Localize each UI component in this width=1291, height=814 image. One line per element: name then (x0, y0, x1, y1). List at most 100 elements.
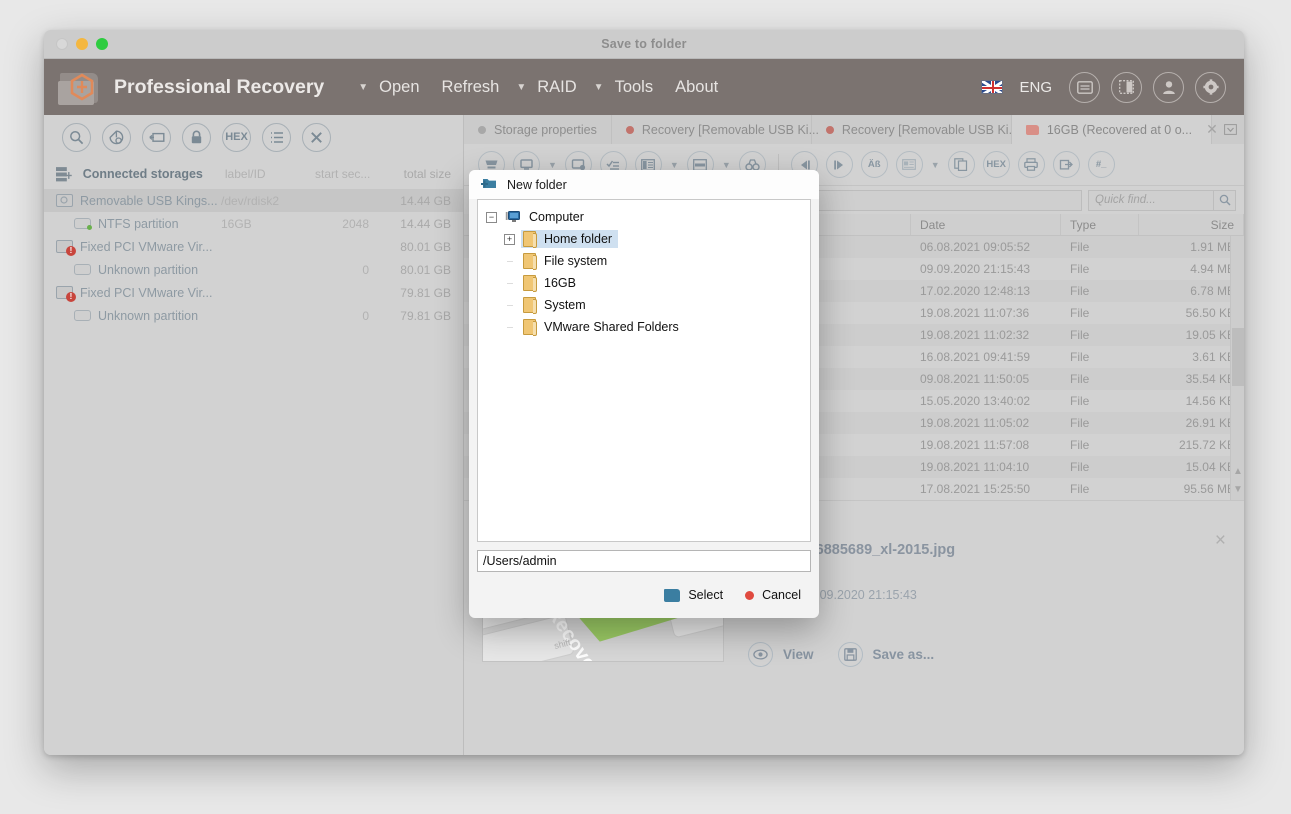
cell-size: 95.56 MB (1183, 482, 1235, 496)
cancel-label: Cancel (762, 588, 801, 602)
menu-item-about[interactable]: About (664, 74, 729, 101)
storage-row[interactable]: ! Fixed PCI VMware Vir... 79.81 GB (44, 281, 463, 304)
storage-start: 0 (362, 308, 369, 323)
tree-node-file-system[interactable]: ··· File system (478, 250, 810, 272)
cancel-button[interactable]: Cancel (745, 588, 801, 602)
disk-error-icon: ! (56, 286, 76, 302)
disk-error-icon: ! (56, 240, 76, 256)
tree-node-vmware-shared-folders[interactable]: ··· VMware Shared Folders (478, 316, 810, 338)
list-icon[interactable] (262, 122, 291, 152)
folder-icon (523, 231, 537, 248)
tab-16gb-recovered[interactable]: 16GB (Recovered at 0 o... ✕ (1011, 115, 1218, 144)
scroll-up-icon[interactable]: ▲ (1231, 462, 1244, 480)
cell-type: File (1070, 460, 1090, 474)
cell-date: 06.08.2021 09:05:52 (920, 240, 1031, 254)
raid-caret-icon[interactable]: ▼ (510, 82, 526, 93)
collapse-icon[interactable]: − (486, 211, 497, 223)
export-icon[interactable] (1052, 151, 1080, 178)
storage-row[interactable]: Unknown partition 0 80.01 GB (44, 258, 463, 281)
menu-item-refresh[interactable]: Refresh (431, 74, 511, 101)
tree-node-computer[interactable]: − Computer (478, 206, 810, 228)
scrollbar-thumb[interactable] (1232, 328, 1244, 386)
storage-row[interactable]: Removable USB Kings... /dev/rdisk2 14.44… (44, 189, 463, 212)
cell-size: 4.94 MB (1190, 262, 1235, 276)
hex-icon[interactable]: HEX (982, 151, 1010, 178)
tree-node-label: Home folder (544, 232, 613, 246)
view-button[interactable]: View (748, 642, 814, 667)
cell-date: 19.08.2021 11:04:10 (920, 460, 1030, 474)
col-header-start[interactable]: start sec... (302, 167, 370, 181)
folder-path-input[interactable]: /Users/admin (477, 550, 811, 572)
storage-row[interactable]: Unknown partition 0 79.81 GB (44, 304, 463, 327)
lock-icon[interactable] (182, 122, 211, 152)
tab-recovery-2[interactable]: Recovery [Removable USB Ki... (812, 115, 1019, 144)
eye-icon (748, 642, 773, 667)
close-details-icon[interactable]: × (1215, 530, 1226, 552)
menu-item-raid[interactable]: RAID (526, 74, 587, 101)
cell-type: File (1070, 438, 1090, 452)
storage-row[interactable]: NTFS partition 16GB 2048 14.44 GB (44, 212, 463, 235)
thumbnails-icon[interactable] (895, 151, 923, 178)
tree-node-label: 16GB (544, 276, 576, 290)
tree-node-home-folder[interactable]: + Home folder (478, 228, 810, 250)
user-icon[interactable] (1153, 71, 1184, 103)
folder-tree[interactable]: − Computer + Home folder ··· File system… (477, 199, 811, 542)
col-header-label[interactable]: label/ID (225, 167, 302, 181)
tree-node-system[interactable]: ··· System (478, 294, 810, 316)
partition-icon (74, 218, 92, 230)
tools-caret-icon[interactable]: ▼ (588, 82, 604, 93)
cell-type: File (1070, 372, 1090, 386)
cell-size: 6.78 MB (1190, 284, 1235, 298)
new-folder-icon[interactable] (481, 176, 498, 193)
charset-icon[interactable]: Äß (860, 151, 888, 178)
open-caret-icon[interactable]: ▼ (352, 82, 368, 93)
vertical-scrollbar[interactable]: ▲ ▼ (1230, 236, 1244, 500)
search-icon[interactable] (1213, 190, 1235, 210)
menu-item-tools[interactable]: Tools (604, 74, 665, 101)
quick-find-input[interactable]: Quick find... (1095, 194, 1156, 206)
language-label[interactable]: ENG (1019, 79, 1052, 96)
tree-node-label: File system (544, 254, 608, 268)
copy-files-icon[interactable] (947, 151, 975, 178)
window-icon[interactable] (1069, 71, 1100, 103)
storage-row[interactable]: ! Fixed PCI VMware Vir... 80.01 GB (44, 235, 463, 258)
tab-storage-properties[interactable]: Storage properties (464, 115, 612, 144)
print-icon[interactable] (1017, 151, 1045, 178)
monitor-caret-icon[interactable]: ▼ (548, 160, 557, 170)
nav-next-icon[interactable] (825, 151, 853, 178)
expand-icon[interactable]: + (504, 233, 515, 245)
tree-guide-icon: ··· (506, 322, 514, 332)
details-caret-icon[interactable]: ▼ (722, 160, 731, 170)
disk-image-icon[interactable] (142, 122, 171, 152)
columns-caret-icon[interactable]: ▼ (670, 160, 679, 170)
storage-name: Fixed PCI VMware Vir... (80, 239, 213, 254)
select-button[interactable]: Select (664, 588, 723, 602)
cell-date: 19.08.2021 11:57:08 (920, 438, 1030, 452)
app-header-actions: ENG (981, 71, 1226, 103)
tree-node-label: Computer (529, 210, 584, 224)
disk-scan-icon[interactable] (102, 122, 131, 152)
hash-icon[interactable]: #_ (1087, 151, 1115, 178)
tab-recovery-1[interactable]: Recovery [Removable USB Ki... (612, 115, 819, 144)
close-icon[interactable] (302, 122, 331, 152)
save-as-button[interactable]: Save as... (837, 642, 934, 667)
hex-icon[interactable]: HEX (222, 122, 251, 152)
thumbnails-caret-icon[interactable]: ▼ (931, 160, 940, 170)
cell-size: 14.56 KB (1185, 394, 1235, 408)
col-header-size[interactable]: total size (370, 167, 451, 181)
tree-node-16gb[interactable]: ··· 16GB (478, 272, 810, 294)
cell-type: File (1070, 416, 1090, 430)
search-icon[interactable] (62, 122, 91, 152)
col-header-type[interactable]: Type (1061, 214, 1139, 235)
cell-date: 19.08.2021 11:02:32 (920, 328, 1030, 342)
detail-actions: View Save as... (748, 642, 955, 667)
scroll-down-icon[interactable]: ▼ (1231, 480, 1244, 498)
tab-list-icon[interactable] (1217, 115, 1244, 144)
folder-icon (523, 275, 537, 292)
cell-type: File (1070, 306, 1090, 320)
col-header-date[interactable]: Date (911, 214, 1061, 235)
col-header-size[interactable]: Size (1139, 214, 1244, 235)
menu-item-open[interactable]: Open (368, 74, 430, 101)
gear-icon[interactable] (1195, 71, 1226, 103)
panel-icon[interactable] (1111, 71, 1142, 103)
